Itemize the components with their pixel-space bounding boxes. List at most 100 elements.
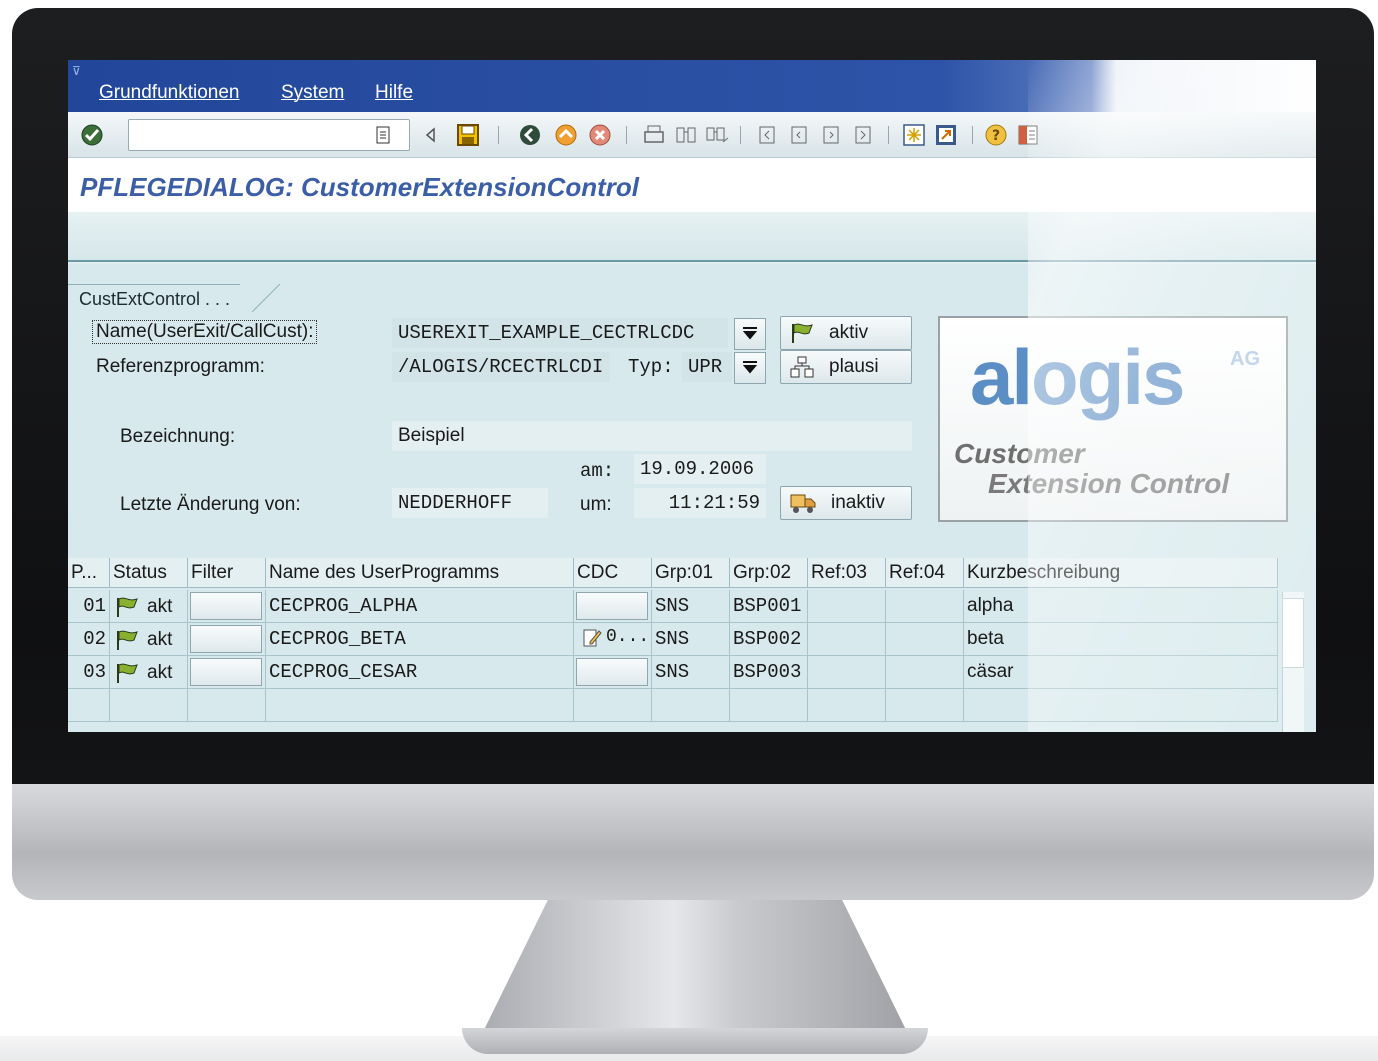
cell-filter[interactable] <box>188 623 266 656</box>
find-next-icon[interactable] <box>704 121 732 149</box>
save-icon[interactable] <box>454 121 482 149</box>
dropdown-arrow-icon <box>742 361 758 374</box>
new-session-icon[interactable] <box>900 121 928 149</box>
inaktiv-button-label: inaktiv <box>831 492 885 513</box>
name-field[interactable]: USEREXIT_EXAMPLE_CECTRLCDC <box>392 318 728 348</box>
next-page-icon[interactable] <box>818 121 846 149</box>
name-dropdown-button[interactable] <box>734 318 766 350</box>
sap-menu-icon[interactable]: ⊽ <box>72 64 81 78</box>
edit-pencil-icon[interactable] <box>582 626 602 648</box>
cell-cdc[interactable]: 0... <box>574 623 652 656</box>
plausi-button[interactable]: plausi <box>780 350 912 384</box>
cell-grp02: BSP001 <box>730 590 808 623</box>
green-flag-icon <box>117 663 138 683</box>
cell-ref03 <box>808 590 886 623</box>
first-page-icon[interactable] <box>754 121 782 149</box>
truck-icon <box>790 494 816 513</box>
aktiv-button[interactable]: aktiv <box>780 316 912 350</box>
cdc-button[interactable] <box>576 592 648 620</box>
cell-empty <box>808 689 886 722</box>
col-header-status[interactable]: Status <box>110 558 188 588</box>
cell-p: 03 <box>68 656 110 689</box>
bez-field[interactable]: Beispiel <box>392 421 912 451</box>
print-icon[interactable] <box>640 121 668 149</box>
table-row-empty[interactable] <box>68 689 1278 722</box>
table-row[interactable]: 03 akt CECPROG_CESAR SNS BSP003 cäsar <box>68 656 1278 689</box>
monitor-stand <box>480 898 910 1038</box>
am-label: am: <box>580 460 615 482</box>
application-toolbar <box>68 212 1316 262</box>
toolbar-separator <box>888 126 889 144</box>
dropdown-arrow-icon <box>742 327 758 340</box>
cdc-button[interactable] <box>576 658 648 686</box>
menu-hilfe[interactable]: Hilfe <box>375 82 413 104</box>
find-icon[interactable] <box>672 121 700 149</box>
toolbar-separator <box>626 126 627 144</box>
col-header-kurzbeschreibung[interactable]: Kurzbeschreibung <box>964 558 1278 588</box>
standard-toolbar: ? <box>68 112 1316 158</box>
nav-left-icon[interactable] <box>420 121 440 149</box>
cell-name: CECPROG_ALPHA <box>266 590 574 623</box>
cell-cdc[interactable] <box>574 590 652 623</box>
cancel-icon[interactable] <box>586 121 614 149</box>
logo-tagline-extension: Extension Control <box>988 468 1230 499</box>
col-header-ref04[interactable]: Ref:04 <box>886 558 964 588</box>
table-scrollbar-thumb[interactable] <box>1282 598 1304 668</box>
um-label: um: <box>580 494 612 515</box>
inaktiv-button[interactable]: inaktiv <box>780 486 912 520</box>
cell-empty <box>266 689 574 722</box>
previous-page-icon[interactable] <box>786 121 814 149</box>
table-row[interactable]: 01 akt CECPROG_ALPHA SNS BSP001 alpha <box>68 590 1278 623</box>
col-header-ref03[interactable]: Ref:03 <box>808 558 886 588</box>
menu-grundfunktionen[interactable]: Grundfunktionen <box>99 82 240 104</box>
sap-gui-window: ⊽ Grundfunktionen System Hilfe ? PFLEGED… <box>68 60 1316 732</box>
last-page-icon[interactable] <box>850 121 878 149</box>
exit-icon[interactable] <box>552 121 580 149</box>
cell-filter[interactable] <box>188 656 266 689</box>
title-bar: PFLEGEDIALOG: CustomerExtensionControl <box>68 158 1316 212</box>
col-header-grp02[interactable]: Grp:02 <box>730 558 808 588</box>
col-header-p[interactable]: P... <box>68 558 110 588</box>
cell-cdc[interactable] <box>574 656 652 689</box>
back-icon[interactable] <box>516 121 544 149</box>
cell-empty <box>188 689 266 722</box>
shortcut-icon[interactable] <box>932 121 960 149</box>
monitor-stand-foot <box>462 1028 928 1054</box>
cell-kurzbeschreibung: alpha <box>964 590 1278 623</box>
enter-check-icon[interactable] <box>78 121 106 149</box>
green-flag-icon <box>117 597 138 617</box>
cell-grp01: SNS <box>652 590 730 623</box>
col-header-cdc[interactable]: CDC <box>574 558 652 588</box>
layout-icon[interactable] <box>1014 121 1042 149</box>
filter-button[interactable] <box>190 625 262 653</box>
cell-p: 01 <box>68 590 110 623</box>
col-header-grp01[interactable]: Grp:01 <box>652 558 730 588</box>
monitor-chin <box>12 784 1374 900</box>
cell-name: CECPROG_CESAR <box>266 656 574 689</box>
help-icon[interactable]: ? <box>982 121 1010 149</box>
command-dropdown-icon[interactable] <box>372 121 394 149</box>
cell-status[interactable]: akt <box>110 590 188 623</box>
cell-status[interactable]: akt <box>110 656 188 689</box>
logo-wordmark: alogis <box>970 333 1185 421</box>
table-row[interactable]: 02 akt CECPROG_BETA 0... SNS BSP002 beta <box>68 623 1278 656</box>
alogis-logo: alogis AG Customer Extension Control <box>938 316 1288 522</box>
cell-ref03 <box>808 623 886 656</box>
menu-system[interactable]: System <box>281 82 344 104</box>
typ-field[interactable]: UPR <box>682 352 732 382</box>
cell-grp02: BSP003 <box>730 656 808 689</box>
cell-grp01: SNS <box>652 623 730 656</box>
filter-button[interactable] <box>190 658 262 686</box>
cell-filter[interactable] <box>188 590 266 623</box>
col-header-filter[interactable]: Filter <box>188 558 266 588</box>
logo-ag: AG <box>1230 348 1260 370</box>
cell-kurzbeschreibung: beta <box>964 623 1278 656</box>
col-header-name[interactable]: Name des UserProgramms <box>266 558 574 588</box>
filter-button[interactable] <box>190 592 262 620</box>
cell-status[interactable]: akt <box>110 623 188 656</box>
ref-field[interactable]: /ALOGIS/RCECTRLCDI <box>392 352 610 382</box>
typ-dropdown-button[interactable] <box>734 352 766 384</box>
command-field[interactable] <box>128 119 410 151</box>
cell-ref04 <box>886 656 964 689</box>
cell-empty <box>574 689 652 722</box>
